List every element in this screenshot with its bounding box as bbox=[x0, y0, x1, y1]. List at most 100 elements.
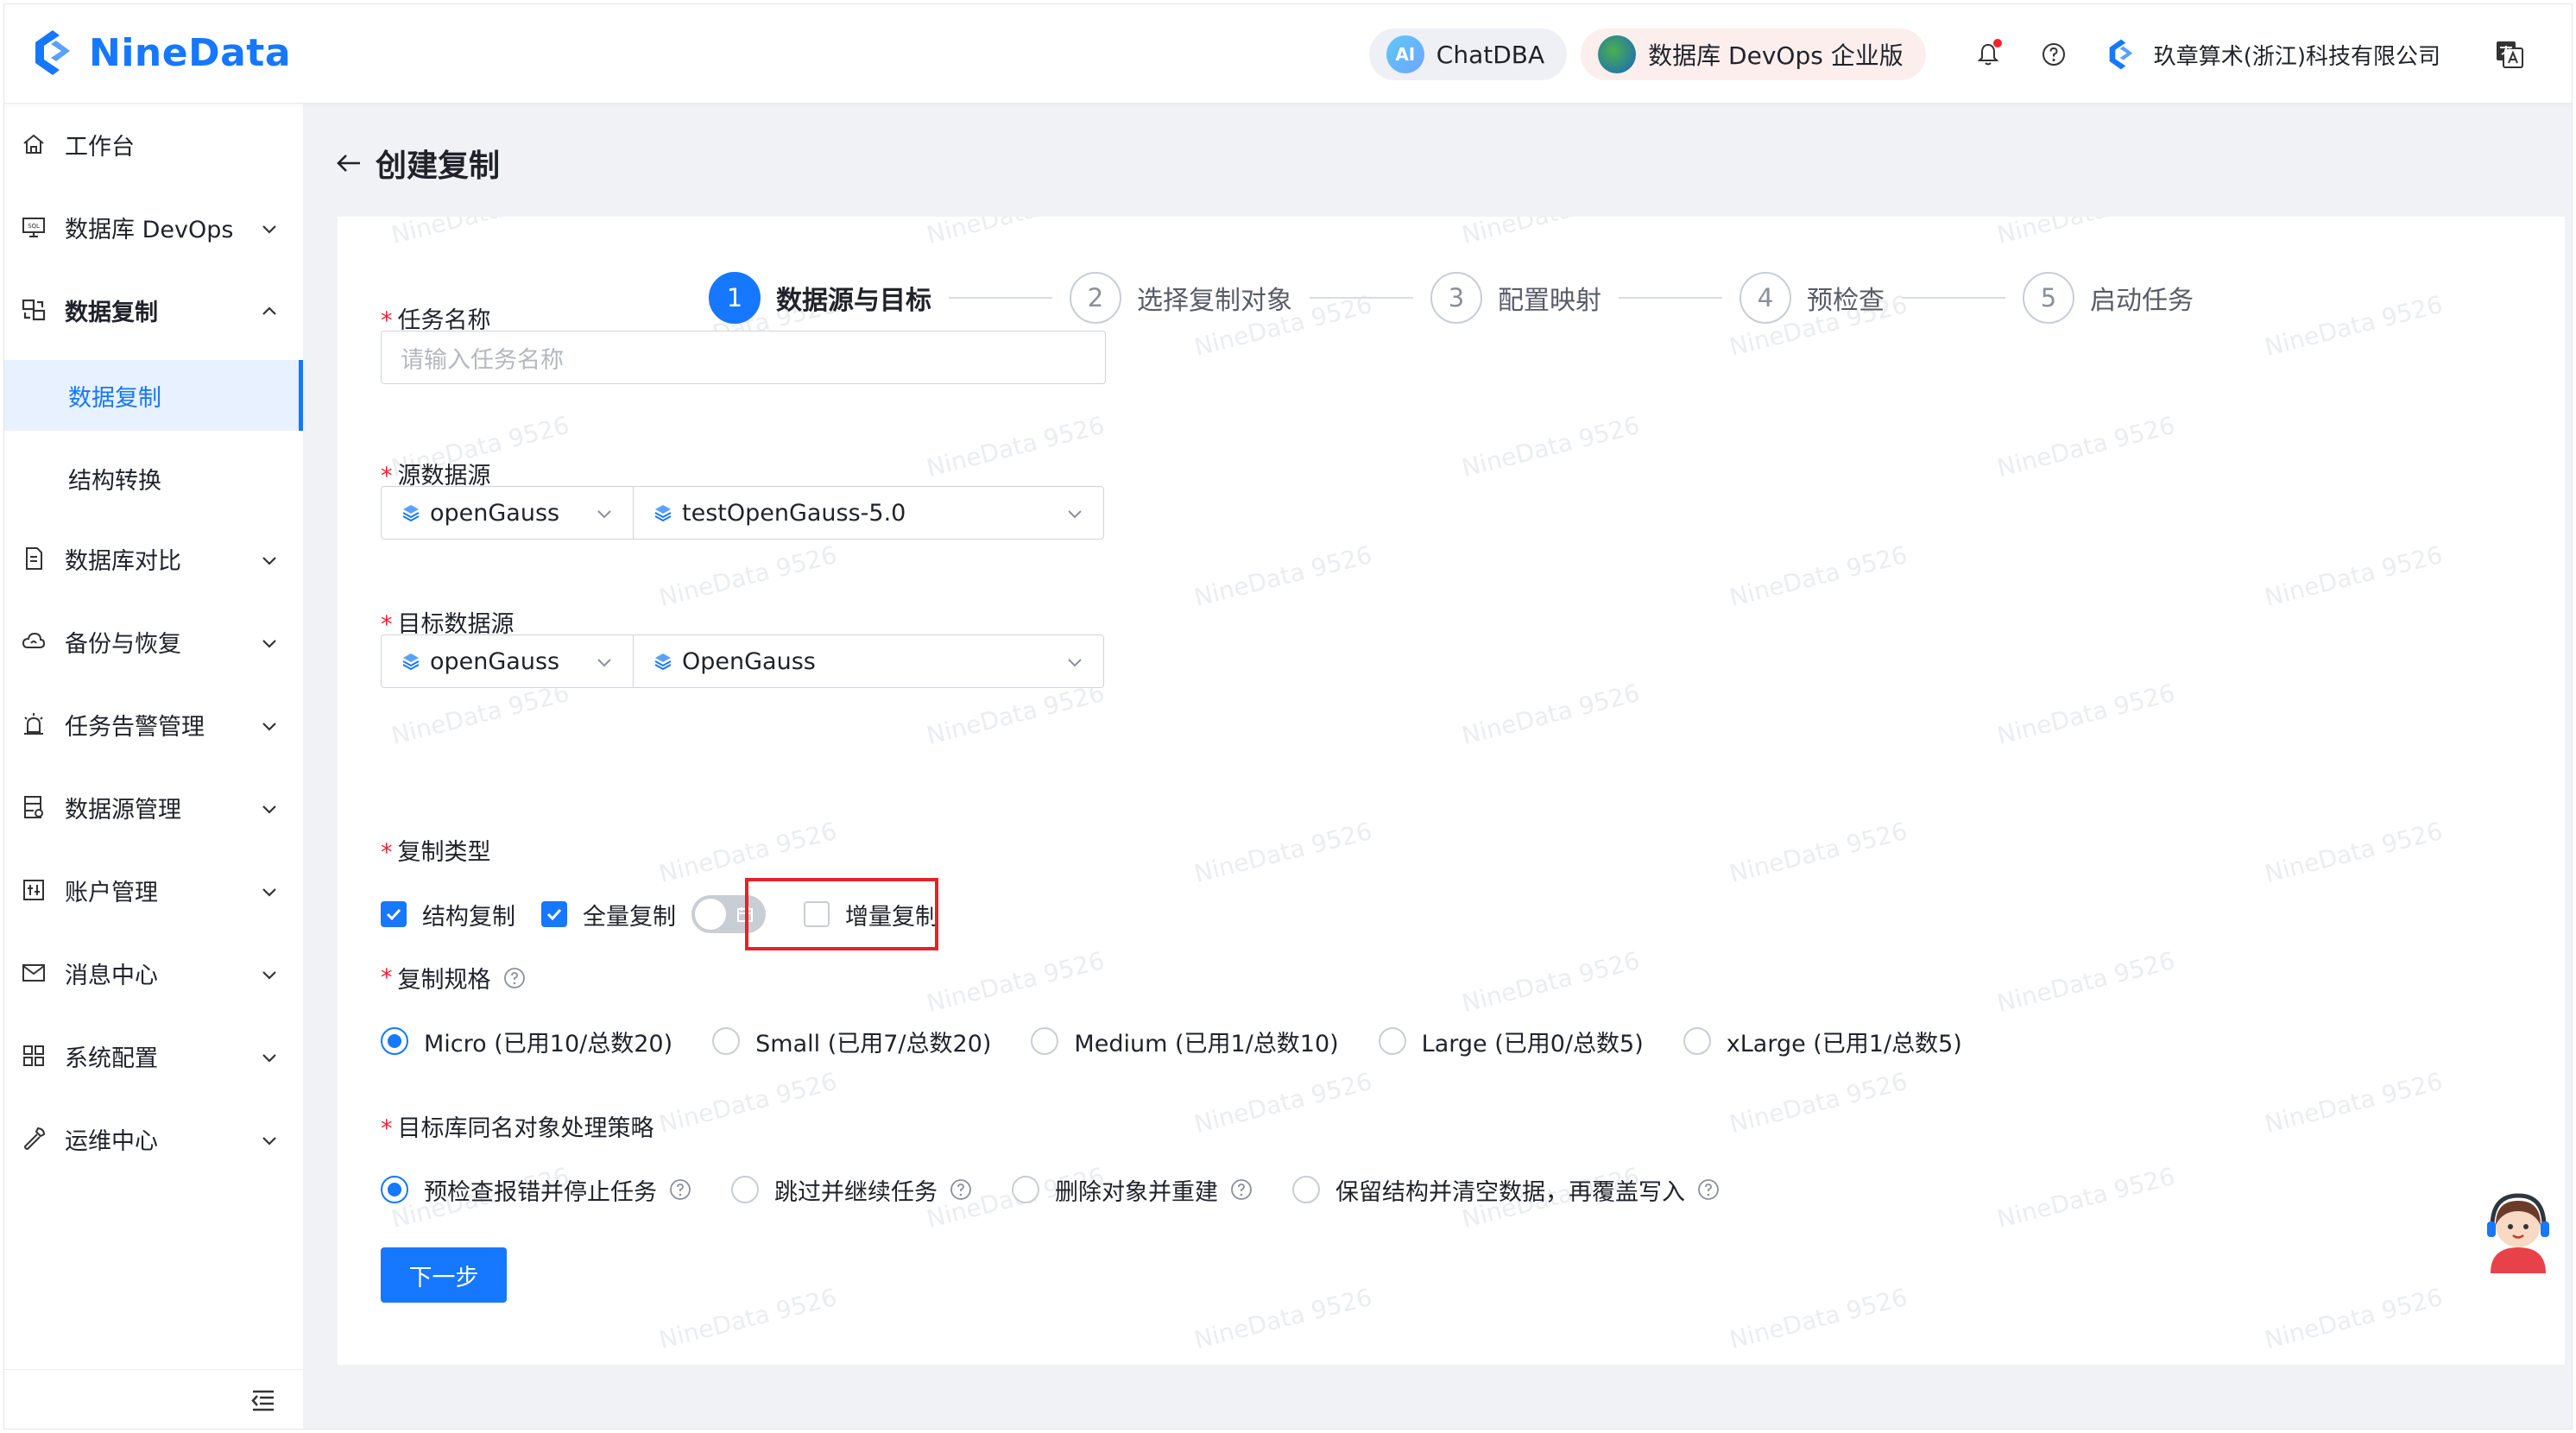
sidebar-footer bbox=[4, 1369, 303, 1429]
sidebar-item-devops[interactable]: SQL 数据库 DevOps bbox=[4, 186, 303, 268]
next-step-button[interactable]: 下一步 bbox=[381, 1247, 507, 1303]
mail-icon bbox=[20, 959, 47, 987]
chevron-up-icon bbox=[260, 300, 279, 319]
chatdba-button[interactable]: AI ChatDBA bbox=[1368, 28, 1568, 80]
sidebar-item-alarm[interactable]: 任务告警管理 bbox=[4, 683, 303, 766]
strategy-truncate-radio[interactable]: 保留结构并清空数据，再覆盖写入 bbox=[1292, 1173, 1720, 1207]
watermark: NineData 9526 bbox=[656, 540, 840, 612]
target-type-select[interactable]: openGauss bbox=[381, 634, 634, 688]
structure-copy-checkbox[interactable]: 结构复制 bbox=[381, 898, 515, 931]
task-name-input[interactable]: 请输入任务名称 bbox=[381, 331, 1106, 384]
required-mark: * bbox=[381, 839, 393, 866]
form-card: NineData 9526 NineData 9526 NineData 952… bbox=[338, 217, 2565, 1365]
source-type-value: openGauss bbox=[430, 499, 560, 527]
radio-unselected[interactable] bbox=[731, 1176, 759, 1203]
source-type-select[interactable]: openGauss bbox=[381, 486, 634, 540]
sidebar-subitem-label: 结构转换 bbox=[68, 467, 161, 495]
spec-label: * 复制规格 bbox=[381, 961, 526, 994]
radio-selected[interactable] bbox=[381, 1027, 408, 1055]
sidebar-item-label: 数据库 DevOps bbox=[65, 216, 234, 243]
watermark: NineData 9526 bbox=[1727, 817, 1910, 888]
watermark: NineData 9526 bbox=[924, 679, 1108, 750]
sidebar-item-label: 账户管理 bbox=[65, 879, 158, 906]
strategy-label: * 目标库同名对象处理策略 bbox=[381, 1115, 654, 1142]
sidebar-subitem-schema-conversion[interactable]: 结构转换 bbox=[4, 443, 303, 514]
spec-large-radio[interactable]: Large (已用0/总数5) bbox=[1378, 1025, 1644, 1058]
source-instance-select[interactable]: testOpenGauss-5.0 bbox=[633, 486, 1104, 540]
radio-unselected[interactable] bbox=[712, 1027, 741, 1055]
radio-selected[interactable] bbox=[381, 1176, 408, 1203]
wizard-steps: 1 数据源与目标 2 选择复制对象 3 配置映射 4 预检查 5 启动任务 bbox=[709, 270, 2194, 325]
chevron-down-icon bbox=[597, 510, 611, 519]
header-actions: AI ChatDBA 数据库 DevOps 企业版 玖章算术(浙江)科技有限公司 bbox=[1368, 28, 2527, 80]
help-button[interactable] bbox=[2036, 37, 2071, 72]
help-circle-icon[interactable] bbox=[1697, 1178, 1720, 1201]
radio-unselected[interactable] bbox=[1378, 1027, 1406, 1055]
step-number: 5 bbox=[2023, 272, 2074, 324]
spec-micro-radio[interactable]: Micro (已用10/总数20) bbox=[381, 1025, 672, 1058]
radio-unselected[interactable] bbox=[1292, 1176, 1320, 1203]
watermark: NineData 9526 bbox=[924, 946, 1108, 1018]
radio-unselected[interactable] bbox=[1031, 1027, 1059, 1055]
chevron-down-icon bbox=[260, 1046, 279, 1065]
spec-small-radio[interactable]: Small (已用7/总数20) bbox=[712, 1025, 991, 1058]
sidebar-subitem-replication[interactable]: 数据复制 bbox=[4, 360, 303, 431]
sidebar-item-datasource[interactable]: 数据源管理 bbox=[4, 766, 303, 849]
radio-unselected[interactable] bbox=[1683, 1027, 1711, 1055]
watermark: NineData 9526 bbox=[388, 679, 572, 750]
sidebar-item-backup[interactable]: 备份与恢复 bbox=[4, 600, 303, 683]
sidebar-item-messages[interactable]: 消息中心 bbox=[4, 931, 303, 1014]
brand-logo[interactable]: NineData bbox=[27, 27, 291, 79]
help-circle-icon[interactable] bbox=[669, 1178, 691, 1201]
sidebar-item-account[interactable]: 账户管理 bbox=[4, 849, 303, 931]
step-5: 5 启动任务 bbox=[2023, 272, 2194, 324]
page-header: 创建复制 bbox=[334, 137, 500, 189]
home-icon bbox=[20, 130, 47, 158]
radio-label: Small (已用7/总数20) bbox=[755, 1030, 992, 1057]
watermark: NineData 9526 bbox=[1994, 411, 2178, 483]
checkbox-checked[interactable] bbox=[541, 901, 567, 927]
full-copy-checkbox[interactable]: 全量复制 bbox=[541, 898, 676, 931]
company-switcher[interactable]: 玖章算术(浙江)科技有限公司 bbox=[2104, 37, 2440, 72]
check-icon bbox=[386, 908, 401, 921]
help-circle-icon[interactable] bbox=[1230, 1178, 1253, 1201]
watermark: NineData 9526 bbox=[1994, 1162, 2178, 1234]
grid-icon bbox=[20, 1042, 47, 1070]
opengauss-icon bbox=[402, 505, 420, 522]
target-instance-select[interactable]: OpenGauss bbox=[633, 634, 1104, 688]
watermark: NineData 9526 bbox=[1459, 411, 1643, 483]
step-2: 2 选择复制对象 bbox=[1070, 272, 1292, 324]
sidebar-item-system-config[interactable]: 系统配置 bbox=[4, 1014, 303, 1097]
radio-label: Large (已用0/总数5) bbox=[1421, 1030, 1644, 1057]
sidebar-item-ops-center[interactable]: 运维中心 bbox=[4, 1097, 303, 1180]
radio-label: 删除对象并重建 bbox=[1055, 1178, 1218, 1206]
watermark: NineData 9526 bbox=[1191, 1283, 1375, 1354]
sidebar-item-replication[interactable]: 数据复制 bbox=[4, 268, 303, 351]
ai-icon: AI bbox=[1386, 35, 1424, 73]
task-name-placeholder: 请输入任务名称 bbox=[401, 346, 564, 374]
globe-icon bbox=[1598, 35, 1637, 73]
spec-xlarge-radio[interactable]: xLarge (已用1/总数5) bbox=[1683, 1025, 1962, 1058]
help-circle-icon[interactable] bbox=[503, 967, 526, 989]
devops-edition-button[interactable]: 数据库 DevOps 企业版 bbox=[1581, 28, 1926, 80]
svg-text:SQL: SQL bbox=[28, 223, 40, 230]
radio-unselected[interactable] bbox=[1012, 1176, 1039, 1203]
assistant-avatar-icon[interactable] bbox=[2482, 1190, 2554, 1273]
notification-button[interactable] bbox=[1971, 37, 2005, 72]
required-mark: * bbox=[381, 964, 393, 991]
strategy-stop-radio[interactable]: 预检查报错并停止任务 bbox=[381, 1173, 691, 1207]
strategy-skip-radio[interactable]: 跳过并继续任务 bbox=[731, 1173, 972, 1207]
check-icon bbox=[546, 908, 562, 921]
page-title: 创建复制 bbox=[376, 148, 501, 184]
checkbox-checked[interactable] bbox=[381, 901, 407, 927]
step-4: 4 预检查 bbox=[1739, 272, 1885, 324]
watermark: NineData 9526 bbox=[2262, 817, 2446, 888]
strategy-rebuild-radio[interactable]: 删除对象并重建 bbox=[1012, 1173, 1253, 1207]
help-circle-icon[interactable] bbox=[950, 1178, 972, 1201]
back-arrow-icon[interactable] bbox=[334, 148, 363, 178]
sidebar-item-workbench[interactable]: 工作台 bbox=[4, 103, 303, 186]
sidebar-item-db-compare[interactable]: 数据库对比 bbox=[4, 517, 303, 600]
spec-medium-radio[interactable]: Medium (已用1/总数10) bbox=[1031, 1025, 1339, 1058]
collapse-sidebar-icon[interactable] bbox=[249, 1387, 277, 1413]
language-button[interactable] bbox=[2492, 37, 2527, 72]
